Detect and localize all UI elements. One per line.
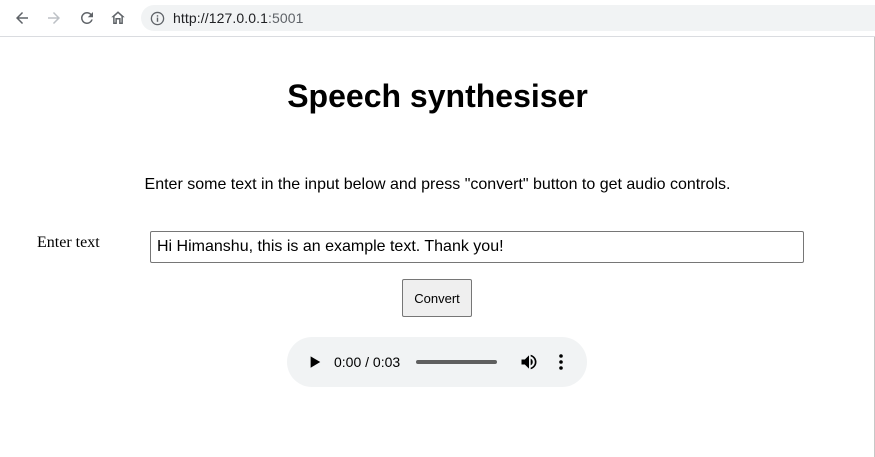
home-icon: [111, 11, 125, 24]
convert-button[interactable]: Convert: [402, 279, 472, 317]
volume-icon: [521, 354, 537, 370]
page-title: Speech synthesiser: [287, 78, 588, 114]
more-vert-icon: [559, 354, 563, 370]
reload-button[interactable]: [75, 6, 99, 30]
time-display: 0:00 / 0:03: [334, 354, 401, 370]
text-input[interactable]: [150, 231, 804, 263]
volume-button[interactable]: [519, 352, 539, 372]
url-port: :5001: [268, 10, 304, 26]
arrow-left-icon: [16, 12, 28, 24]
url-text: http://127.0.0.1:5001: [173, 10, 304, 26]
back-button[interactable]: [10, 6, 34, 30]
more-options-button[interactable]: [553, 352, 569, 372]
enter-text-label: Enter text: [37, 234, 100, 251]
browser-toolbar: http://127.0.0.1:5001: [0, 0, 875, 37]
seek-slider[interactable]: [416, 360, 497, 364]
info-icon[interactable]: [149, 10, 165, 26]
reload-icon: [80, 11, 93, 24]
address-bar[interactable]: http://127.0.0.1:5001: [141, 5, 875, 31]
home-button[interactable]: [106, 6, 130, 30]
forward-button[interactable]: [42, 6, 66, 30]
arrow-right-icon: [48, 12, 60, 24]
play-button[interactable]: [307, 354, 323, 370]
url-host: http://127.0.0.1: [173, 10, 269, 26]
instructions-text: Enter some text in the input below and p…: [144, 176, 731, 193]
play-icon: [310, 356, 321, 368]
audio-player: 0:00 / 0:03: [287, 337, 587, 387]
